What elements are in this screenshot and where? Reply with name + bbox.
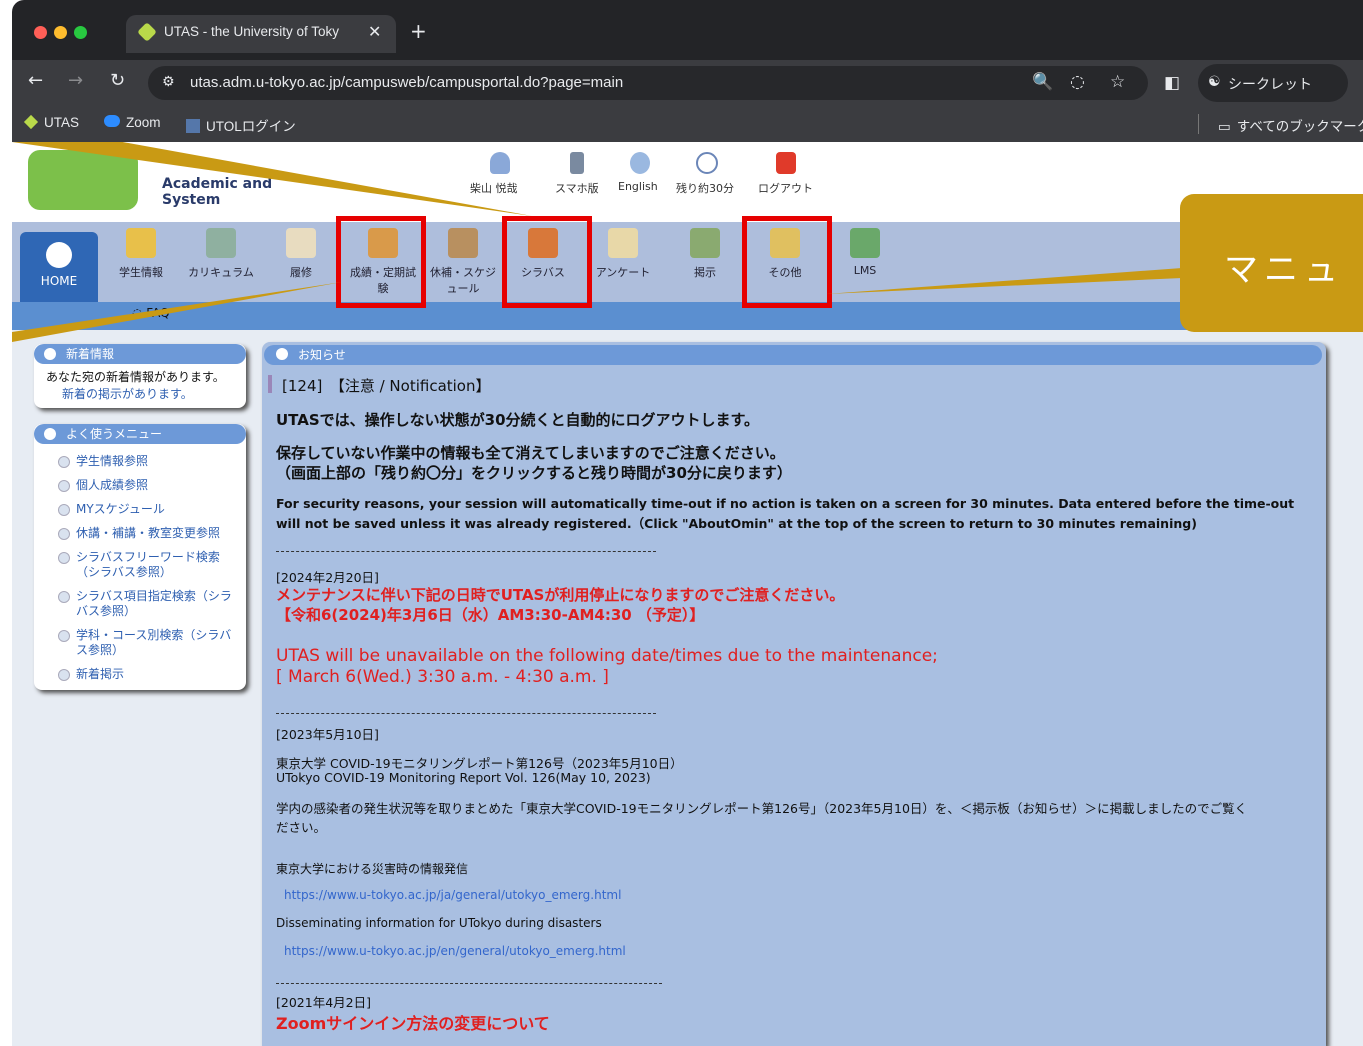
covid-report-en: UTokyo COVID-19 Monitoring Report Vol. 1… — [276, 770, 651, 785]
shortcut-student-info[interactable]: 学生情報参照 — [54, 454, 240, 469]
bookmark-label: UTAS — [44, 115, 80, 130]
address-toolbar: ← → ↻ ⚙ utas.adm.u-tokyo.ac.jp/campusweb… — [12, 60, 1363, 106]
notice-date: [2021年4月2日] — [276, 995, 371, 1010]
notice-panel: お知らせ [124] 【注意 / Notification】 UTASでは、操作… — [262, 342, 1326, 1046]
callout-pointer-right — [826, 268, 1182, 294]
url-bar[interactable]: ⚙ utas.adm.u-tokyo.ac.jp/campusweb/campu… — [148, 66, 1148, 100]
shortcut-menu-panel: よく使うメニュー 学生情報参照 個人成績参照 MYスケジュール 休講・補講・教室… — [34, 424, 246, 690]
callout-text: マニュ — [1224, 250, 1344, 290]
all-bookmarks-label: すべてのブックマーク — [1236, 119, 1363, 134]
annotation-callout: マニュ — [1180, 194, 1363, 332]
incognito-badge[interactable]: ☯ シークレット — [1198, 64, 1348, 102]
close-window-button[interactable] — [34, 26, 47, 39]
disaster-info-en: Disseminating information for UTokyo dur… — [276, 916, 602, 930]
star-icon[interactable]: ☆ — [1110, 72, 1125, 92]
news-bulletin-link[interactable]: 新着の掲示があります。 — [34, 385, 246, 402]
divider — [276, 551, 656, 552]
notice-date: [2023年5月10日] — [276, 727, 379, 742]
news-line: あなた宛の新着情報があります。 — [46, 370, 225, 384]
shortcut-grades[interactable]: 個人成績参照 — [54, 478, 240, 493]
news-panel: 新着情報 あなた宛の新着情報があります。 新着の掲示があります。 — [34, 344, 246, 408]
utas-bookmark-icon — [23, 114, 39, 130]
news-panel-title: 新着情報 — [34, 344, 246, 364]
shortcut-menu-title: よく使うメニュー — [34, 424, 246, 444]
maintenance-en-line2: [ March 6(Wed.) 3:30 a.m. - 4:30 a.m. ] — [276, 667, 609, 687]
maximize-window-button[interactable] — [74, 26, 87, 39]
new-tab-icon[interactable]: + — [410, 19, 427, 43]
maintenance-jp-line2: 【令和6(2024)年3月6日（水）AM3:30-AM4:30 （予定）】 — [276, 606, 705, 624]
side-panel-icon[interactable]: ◧ — [1164, 73, 1180, 93]
bookmark-zoom[interactable]: Zoom — [104, 115, 161, 130]
shortcut-class-changes[interactable]: 休講・補講・教室変更参照 — [54, 526, 240, 541]
disaster-link-jp[interactable]: https://www.u-tokyo.ac.jp/ja/general/uto… — [284, 888, 621, 902]
notice-data-warning: 保存していない作業中の情報も全て消えてしまいますのでご注意ください。 — [276, 444, 785, 462]
tab-close-icon[interactable]: ✕ — [368, 22, 381, 41]
forward-icon[interactable]: → — [68, 70, 83, 91]
notice-header-label: お知らせ — [298, 348, 346, 362]
bookmark-utas[interactable]: UTAS — [23, 114, 80, 130]
bookmark-label: UTOLログイン — [206, 119, 296, 134]
bookmark-utol[interactable]: UTOLログイン — [186, 115, 296, 135]
maintenance-en-line1: UTAS will be unavailable on the followin… — [276, 646, 938, 666]
back-icon[interactable]: ← — [28, 70, 43, 91]
disaster-link-en[interactable]: https://www.u-tokyo.ac.jp/en/general/uto… — [284, 944, 626, 958]
zoom-icon[interactable]: 🔍 — [1032, 72, 1053, 92]
shortcut-new-bulletins[interactable]: 新着掲示 — [54, 667, 240, 682]
callout-pointer-left — [12, 282, 342, 342]
all-bookmarks-button[interactable]: ▭ すべてのブックマーク — [1218, 115, 1363, 135]
bookmarks-divider — [1198, 114, 1199, 134]
notice-header: お知らせ — [264, 345, 1322, 365]
notice-id: [124] 【注意 / Notification】 — [282, 377, 491, 395]
notice-en-line1: For security reasons, your session will … — [276, 496, 1295, 511]
callout-pointer-top — [12, 142, 532, 216]
covid-report-desc1: 学内の感染者の発生状況等を取りまとめた「東京大学COVID-19モニタリングレポ… — [276, 801, 1248, 816]
reload-icon[interactable]: ↻ — [110, 70, 125, 91]
notice-en-line2: will not be saved unless it was already … — [276, 516, 1197, 531]
info-icon — [276, 348, 288, 360]
tab-title: UTAS - the University of Toky — [164, 24, 340, 39]
url-text: utas.adm.u-tokyo.ac.jp/campusweb/campusp… — [190, 74, 624, 91]
utas-page: Academic and System 柴山 悦哉 スマホ版 English 残… — [12, 142, 1363, 1046]
disaster-info-jp: 東京大学における災害時の情報発信 — [276, 862, 469, 876]
incognito-icon: ☯ — [1208, 74, 1221, 90]
notice-logout-warning: UTASでは、操作しない状態が30分続くと自動的にログアウトします。 — [276, 411, 760, 429]
folder-icon: ▭ — [1218, 119, 1231, 134]
utas-favicon-icon — [137, 22, 157, 42]
site-settings-icon[interactable]: ⚙ — [162, 74, 175, 90]
minimize-window-button[interactable] — [54, 26, 67, 39]
maintenance-jp-line1: メンテナンスに伴い下記の日時でUTASが利用停止になりますのでご注意ください。 — [276, 586, 845, 604]
incognito-label: シークレット — [1228, 77, 1312, 93]
bookmark-label: Zoom — [126, 115, 161, 130]
zoom-bookmark-icon — [104, 115, 120, 127]
eye-off-icon[interactable]: ◌ — [1070, 72, 1085, 92]
shortcut-syllabus-course[interactable]: 学科・コース別検索（シラバス参照） — [54, 628, 240, 658]
divider — [276, 983, 662, 984]
zoom-signin-notice[interactable]: Zoomサインイン方法の変更について — [276, 1010, 550, 1034]
shortcut-my-schedule[interactable]: MYスケジュール — [54, 502, 240, 517]
notice-marker — [268, 375, 272, 393]
shortcut-syllabus-items[interactable]: シラバス項目指定検索（シラバス参照） — [54, 589, 240, 619]
utol-bookmark-icon — [186, 119, 200, 133]
browser-tab[interactable]: UTAS - the University of Toky ✕ — [126, 15, 396, 53]
bookmarks-bar: UTAS Zoom UTOLログイン ▭ すべてのブックマーク — [12, 106, 1363, 143]
divider — [276, 713, 656, 714]
shortcut-syllabus-freeword[interactable]: シラバスフリーワード検索（シラバス参照） — [54, 550, 240, 580]
notice-timer-hint: （画面上部の「残り約〇分」をクリックすると残り時間が30分に戻ります） — [276, 464, 792, 482]
covid-report-desc2: ださい。 — [276, 820, 327, 835]
browser-tab-bar: UTAS - the University of Toky ✕ + — [12, 0, 1363, 60]
